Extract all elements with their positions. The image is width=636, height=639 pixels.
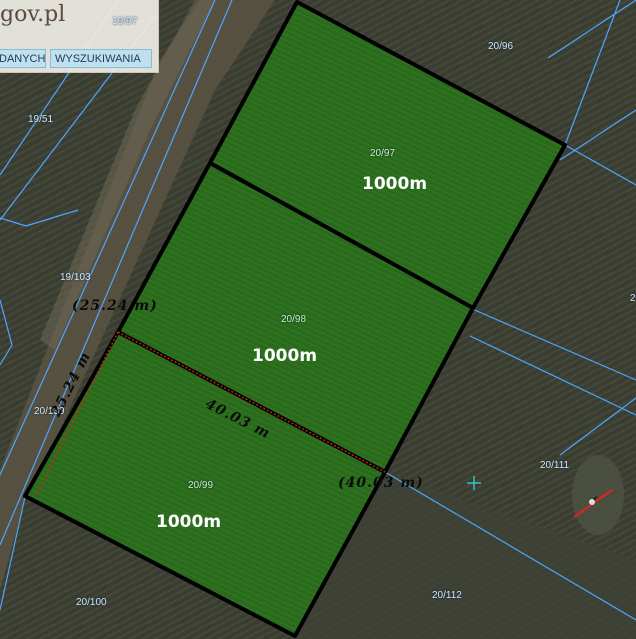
parcel-label-top[interactable]: 20/97 (370, 148, 395, 159)
parcel-label-middle[interactable]: 20/98 (281, 314, 306, 325)
dimension-top-edge: (25.24 m) (72, 298, 158, 314)
parcel-area-middle: 1000m (252, 346, 318, 366)
map-canvas[interactable] (0, 0, 636, 639)
parcel-label[interactable]: 20/96 (488, 41, 513, 52)
dimension-right-edge: (40.03 m) (338, 475, 424, 491)
parcel-label[interactable]: 19/97 (112, 16, 137, 27)
parcel-label[interactable]: 19/103 (60, 272, 91, 283)
parcel-label[interactable]: 20/100 (76, 597, 107, 608)
portal-logo[interactable]: gov.pl (0, 2, 65, 27)
parcel-label[interactable]: 20/112 (432, 590, 462, 601)
data-button[interactable]: DANYCH (0, 49, 46, 68)
parcel-label-bottom[interactable]: 20/99 (188, 480, 213, 491)
portal-header: gov.pl DANYCH WYSZUKIWANIA (0, 0, 159, 73)
parcel-label[interactable]: 20/111 (540, 460, 569, 471)
search-button[interactable]: WYSZUKIWANIA (50, 49, 152, 68)
parcel-label[interactable]: 19/51 (28, 114, 53, 125)
parcel-area-top: 1000m (362, 174, 428, 194)
tree-patch (572, 455, 624, 535)
parcel-label[interactable]: 20 (630, 293, 636, 304)
parcel-area-bottom: 1000m (156, 512, 222, 532)
